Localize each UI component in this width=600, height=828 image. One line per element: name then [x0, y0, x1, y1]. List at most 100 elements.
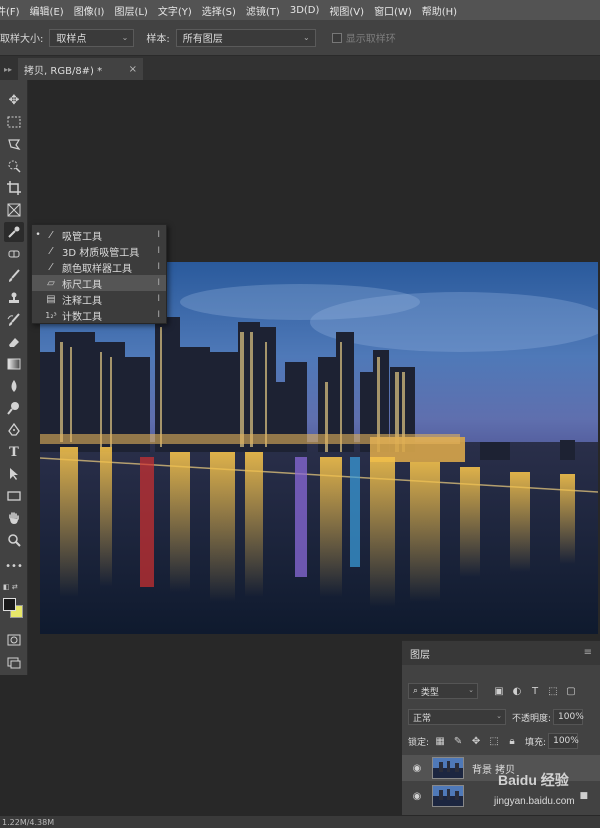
flyout-item-eyedropper[interactable]: • ⁄ 吸管工具 I [32, 227, 166, 243]
path-select-icon[interactable] [4, 464, 24, 484]
history-brush-icon[interactable] [4, 310, 24, 330]
marquee-icon[interactable] [4, 112, 24, 132]
menu-3d[interactable]: 3D(D) [290, 5, 320, 16]
color-sampler-icon: ⁄ [50, 261, 52, 273]
flyout-item-ruler[interactable]: ▱ 标尺工具 I [32, 275, 166, 291]
quick-mask-icon[interactable] [4, 630, 24, 650]
lock-all-icon[interactable]: 🔒︎ [505, 734, 519, 748]
menu-help[interactable]: 帮助(H) [422, 3, 457, 18]
stamp-icon[interactable] [4, 288, 24, 308]
lock-transparent-icon[interactable]: ▦ [433, 734, 447, 748]
chevron-down-icon: ⌄ [303, 32, 310, 42]
doc-size-readout: 1.22M/4.38M [2, 817, 55, 827]
move-icon[interactable]: ✥ [4, 90, 24, 110]
healing-icon[interactable] [4, 244, 24, 264]
chevron-down-icon: ⌄ [121, 32, 129, 42]
more-icon[interactable]: ••• [4, 556, 24, 576]
menu-bar: 件(F) 编辑(E) 图像(I) 图层(L) 文字(Y) 选择(S) 滤镜(T)… [0, 0, 600, 20]
document-tab-strip: ▸▸ 拷贝, RGB/8#) * × [0, 56, 600, 80]
sample-select[interactable]: 所有图层 ⌄ [175, 28, 316, 47]
show-ring-checkbox[interactable] [331, 32, 342, 43]
lock-position-icon[interactable]: ✥ [469, 734, 483, 748]
layer-name: 背景 拷贝 [472, 764, 516, 776]
document-tab-title: 拷贝, RGB/8#) * [24, 65, 103, 77]
lasso-icon[interactable] [4, 134, 24, 154]
adjustment-filter-icon[interactable]: ◐ [510, 684, 524, 698]
sample-size-select[interactable]: 取样点 ⌄ [49, 28, 135, 47]
chevron-down-icon: ⌄ [468, 686, 474, 694]
menu-select[interactable]: 选择(S) [202, 3, 236, 18]
flyout-item-label: 计数工具 [62, 311, 102, 323]
panel-collapse-icon[interactable]: ▸▸ [4, 65, 12, 74]
foreground-color-swatch[interactable] [3, 598, 16, 611]
sample-value: 所有图层 [182, 34, 223, 45]
rectangle-icon[interactable] [4, 486, 24, 506]
layer-filter-value: 类型 [420, 687, 439, 698]
blend-mode-select[interactable]: 正常 ⌄ [408, 709, 506, 725]
fill-label: 填充: [525, 737, 547, 748]
screen-mode-icon[interactable] [4, 653, 24, 673]
chevron-down-icon: ⌄ [496, 712, 502, 720]
options-bar: 取样大小: 取样点 ⌄ 样本: 所有图层 ⌄ 显示取样环 [0, 20, 600, 56]
search-icon: ⌕ [413, 686, 421, 696]
hand-icon[interactable] [4, 508, 24, 528]
layer-filter-select[interactable]: ⌕ 类型 ⌄ [408, 683, 478, 699]
lock-row: 锁定: ▦ ✎ ✥ ⬚ 🔒︎ 填充: 100% [408, 733, 579, 749]
show-ring-label: 显示取样环 [345, 34, 396, 45]
eraser-icon[interactable] [4, 332, 24, 352]
blend-row: 正常 ⌄ 不透明度: 100% [408, 709, 584, 725]
quick-select-icon[interactable] [4, 156, 24, 176]
visibility-eye-icon[interactable]: ◉ [406, 763, 428, 774]
flyout-item-3d-eyedropper[interactable]: ⁄ 3D 材质吸管工具 I [32, 243, 166, 259]
flyout-item-label: 吸管工具 [62, 231, 102, 243]
lock-artboard-icon[interactable]: ⬚ [487, 734, 501, 748]
flyout-item-label: 3D 材质吸管工具 [62, 247, 140, 259]
brush-icon[interactable] [4, 266, 24, 286]
menu-file[interactable]: 件(F) [0, 3, 20, 18]
frame-icon[interactable] [4, 200, 24, 220]
flyout-item-label: 颜色取样器工具 [62, 263, 132, 275]
type-icon[interactable]: T [4, 442, 24, 462]
menu-view[interactable]: 视图(V) [329, 3, 364, 18]
flyout-item-color-sampler[interactable]: ⁄ 颜色取样器工具 I [32, 259, 166, 275]
layer-row[interactable]: ◉ ■ [402, 783, 600, 809]
smart-object-filter-icon[interactable]: ▢ [564, 684, 578, 698]
visibility-eye-icon[interactable]: ◉ [406, 791, 428, 802]
tab-layers[interactable]: 图层 [410, 646, 430, 661]
swap-colors-icon[interactable]: ◧ ⇄ [3, 583, 18, 591]
close-icon[interactable]: × [129, 64, 137, 75]
pen-icon[interactable] [4, 420, 24, 440]
crop-icon[interactable] [4, 178, 24, 198]
panel-menu-icon[interactable]: ≡ [584, 647, 592, 658]
3d-eyedropper-icon: ⁄ [50, 245, 52, 257]
menu-image[interactable]: 图像(I) [74, 3, 105, 18]
document-tab[interactable]: 拷贝, RGB/8#) * × [18, 58, 144, 80]
shortcut-key: I [157, 246, 160, 256]
sample-size-value: 取样点 [56, 34, 87, 45]
gradient-icon[interactable] [4, 354, 24, 374]
zoom-icon[interactable] [4, 530, 24, 550]
flyout-item-note[interactable]: ▤ 注释工具 I [32, 291, 166, 307]
menu-layer[interactable]: 图层(L) [114, 3, 147, 18]
shape-filter-icon[interactable]: ⬚ [546, 684, 560, 698]
menu-type[interactable]: 文字(Y) [158, 3, 192, 18]
layer-row[interactable]: ◉ 背景 拷贝 [402, 755, 600, 781]
flyout-item-count[interactable]: 1₂³ 计数工具 I [32, 307, 166, 323]
pixel-filter-icon[interactable]: ▣ [492, 684, 506, 698]
shortcut-key: I [157, 278, 160, 288]
current-tool-bullet-icon: • [35, 230, 41, 240]
menu-edit[interactable]: 编辑(E) [30, 3, 64, 18]
shortcut-key: I [157, 230, 160, 240]
eyedropper-icon[interactable] [4, 222, 24, 242]
menu-window[interactable]: 窗口(W) [374, 3, 412, 18]
fill-input[interactable]: 100% [548, 733, 579, 749]
type-filter-icon[interactable]: T [528, 684, 542, 698]
blur-icon[interactable] [4, 376, 24, 396]
opacity-input[interactable]: 100% [553, 709, 584, 725]
menu-filter[interactable]: 滤镜(T) [246, 3, 280, 18]
lock-image-icon[interactable]: ✎ [451, 734, 465, 748]
lock-label: 锁定: [408, 737, 430, 748]
dodge-icon[interactable] [4, 398, 24, 418]
opacity-label: 不透明度: [512, 713, 552, 724]
shortcut-key: I [157, 294, 160, 304]
